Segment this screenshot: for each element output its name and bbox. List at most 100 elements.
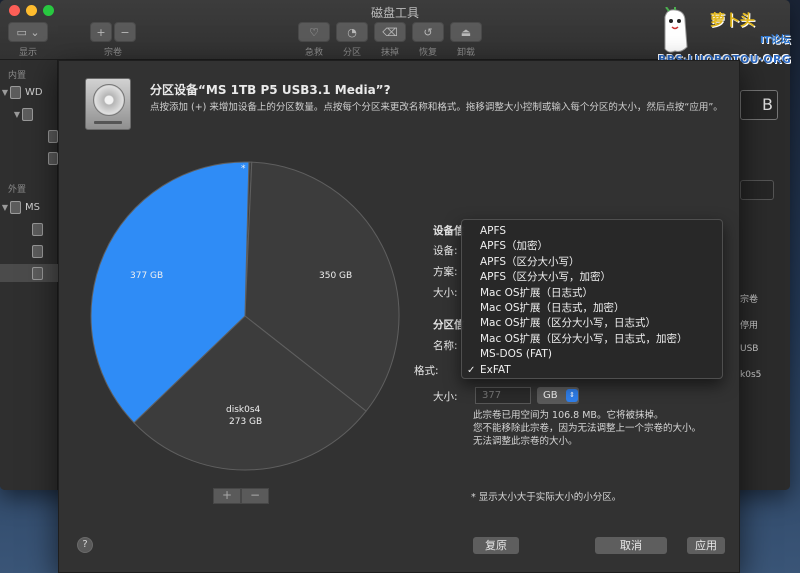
container-icon — [22, 107, 33, 121]
small-partition-footnote: * 显示大小大于实际大小的小分区。 — [471, 492, 622, 503]
restore-button[interactable]: ↺ — [412, 22, 444, 42]
partition-button[interactable]: ◔ — [336, 22, 368, 42]
info-line: 无法调整此宗卷的大小。 — [473, 436, 578, 447]
pie-small-marker: * — [241, 164, 246, 174]
sidebar-item-label: MS — [25, 201, 40, 213]
scheme-label: 方案: — [433, 266, 458, 278]
menu-item-apfs-case-sensitive-encrypted[interactable]: APFS（区分大小写，加密） — [462, 270, 722, 285]
pie-label-slice-2: 350 GB — [319, 271, 353, 281]
info-line: 此宗卷已用空间为 106.8 MB。它将被抹掉。 — [473, 410, 664, 421]
erase-button[interactable]: ⌫ — [374, 22, 406, 42]
device-size-label: 大小: — [433, 287, 458, 299]
sidebar-item-internal-disk[interactable]: ▼ WD — [0, 83, 58, 101]
volume-icon — [32, 244, 43, 258]
sidebar-item-volume-1[interactable] — [0, 127, 58, 145]
menu-item-apfs-case-sensitive[interactable]: APFS（区分大小写） — [462, 255, 722, 270]
cancel-button[interactable]: 取消 — [595, 537, 667, 554]
sidebar-item-ext-volume-3[interactable] — [0, 264, 58, 282]
volume-label: 宗卷 — [103, 48, 122, 58]
pie-label-slice-3: 273 GB — [229, 417, 263, 427]
view-label: 显示 — [18, 48, 37, 58]
help-button[interactable]: ? — [77, 537, 93, 553]
size-unit-value: GB — [543, 390, 558, 401]
partition-info-text: 此宗卷已用空间为 106.8 MB。它将被抹掉。 您不能移除此宗卷，因为无法调整… — [473, 409, 701, 448]
partition-icon: ◔ — [347, 25, 357, 39]
menu-item-exfat[interactable]: ✓ ExFAT — [462, 363, 722, 378]
chevron-updown-icon: ⇕ — [566, 389, 578, 402]
device-info-header: 设备信 — [433, 225, 465, 237]
sidebar-item-label: WD — [25, 86, 43, 98]
sheet-title: 分区设备“MS 1TB P5 USB3.1 Media”? — [150, 83, 391, 97]
radish-mascot-icon — [664, 7, 688, 53]
view-button[interactable]: ▭ ⌄ — [8, 22, 48, 42]
size-unit-select[interactable]: GB ⇕ — [537, 387, 579, 404]
hard-drive-icon — [85, 78, 131, 130]
sidebar-header-internal: 内置 — [8, 71, 27, 81]
watermark-subtitle: IT论坛 — [760, 35, 791, 46]
info-row: USB — [740, 344, 759, 354]
volume-icon — [48, 129, 58, 143]
sidebar-item-volume-2[interactable] — [0, 149, 58, 167]
partition-label: 分区 — [342, 48, 361, 58]
info-row: 宗卷 — [740, 295, 759, 305]
menu-item-hfs-case-sensitive-journaled[interactable]: Mac OS扩展（区分大小写，日志式） — [462, 316, 722, 331]
sidebar-item-ext-volume-2[interactable] — [0, 242, 58, 260]
usage-bar — [740, 180, 774, 200]
restore-icon: ↺ — [423, 25, 433, 39]
disclosure-triangle-icon[interactable]: ▼ — [0, 88, 10, 97]
menu-item-hfs-journaled-encrypted[interactable]: Mac OS扩展（日志式，加密） — [462, 301, 722, 316]
unmount-label: 卸载 — [456, 48, 475, 58]
eject-icon: ⏏ — [460, 25, 472, 39]
info-row: 停用 — [740, 321, 759, 331]
add-partition-button[interactable]: + — [213, 488, 241, 504]
sidebar-icon: ▭ ⌄ — [16, 25, 40, 39]
remove-volume-button[interactable]: − — [114, 22, 136, 42]
erase-icon: ⌫ — [382, 25, 398, 39]
menu-item-apfs-encrypted[interactable]: APFS（加密） — [462, 239, 722, 254]
disk-icon — [10, 200, 21, 214]
remove-partition-button[interactable]: − — [241, 488, 269, 504]
size-input[interactable]: 377 — [475, 387, 531, 404]
partition-info-header: 分区信 — [433, 319, 465, 331]
sidebar-item-ext-volume-1[interactable] — [0, 220, 58, 238]
size-label: 大小: — [433, 391, 458, 403]
sidebar: 内置 ▼ WD ▼ 外置 ▼ MS — [0, 60, 58, 490]
info-line: 您不能移除此宗卷，因为无法调整上一个宗卷的大小。 — [473, 423, 702, 434]
menu-item-hfs-journaled[interactable]: Mac OS扩展（日志式） — [462, 286, 722, 301]
checkmark-icon: ✓ — [467, 364, 476, 376]
sidebar-item-container[interactable]: ▼ — [0, 105, 58, 123]
stethoscope-icon: ♡ — [309, 25, 319, 39]
menu-item-apfs[interactable]: APFS — [462, 224, 722, 239]
info-panel: B 宗卷 停用 USB k0s5 — [732, 60, 790, 490]
unmount-button[interactable]: ⏏ — [450, 22, 482, 42]
name-label: 名称: — [433, 340, 458, 352]
capacity-box: B — [740, 90, 778, 120]
disclosure-triangle-icon[interactable]: ▼ — [12, 110, 22, 119]
minus-icon: − — [120, 25, 130, 39]
restore-label: 恢复 — [418, 48, 437, 58]
sheet-description: 点按添加 (+) 来增加设备上的分区数量。点按每个分区来更改名称和格式。拖移调整… — [150, 102, 723, 113]
menu-item-ms-dos-fat[interactable]: MS-DOS (FAT) — [462, 347, 722, 362]
pie-label-slice-1: 377 GB — [130, 271, 164, 281]
menu-item-hfs-case-sensitive-journaled-encrypted[interactable]: Mac OS扩展（区分大小写，日志式，加密） — [462, 332, 722, 347]
add-volume-button[interactable]: + — [90, 22, 112, 42]
plus-icon: + — [96, 25, 106, 39]
add-remove-partition: + − — [213, 488, 269, 504]
volume-icon — [32, 266, 43, 280]
info-row: k0s5 — [740, 370, 762, 380]
format-label: 格式: — [414, 365, 439, 377]
first-aid-button[interactable]: ♡ — [298, 22, 330, 42]
watermark-title: 萝卜头 — [710, 11, 756, 29]
first-aid-label: 急救 — [304, 48, 323, 58]
capacity-value: B — [762, 95, 773, 114]
partition-pie: 377 GB 350 GB disk0s4 273 GB * — [84, 161, 406, 471]
sidebar-header-external: 外置 — [8, 185, 27, 195]
erase-label: 抹掉 — [380, 48, 399, 58]
pie-label-slice-3-name: disk0s4 — [226, 405, 261, 415]
sidebar-item-external-disk[interactable]: ▼ MS — [0, 198, 58, 216]
volume-icon — [48, 151, 58, 165]
disclosure-triangle-icon[interactable]: ▼ — [0, 203, 10, 212]
revert-button[interactable]: 复原 — [473, 537, 519, 554]
format-dropdown-menu: APFS APFS（加密） APFS（区分大小写） APFS（区分大小写，加密）… — [461, 219, 723, 379]
apply-button[interactable]: 应用 — [687, 537, 725, 554]
